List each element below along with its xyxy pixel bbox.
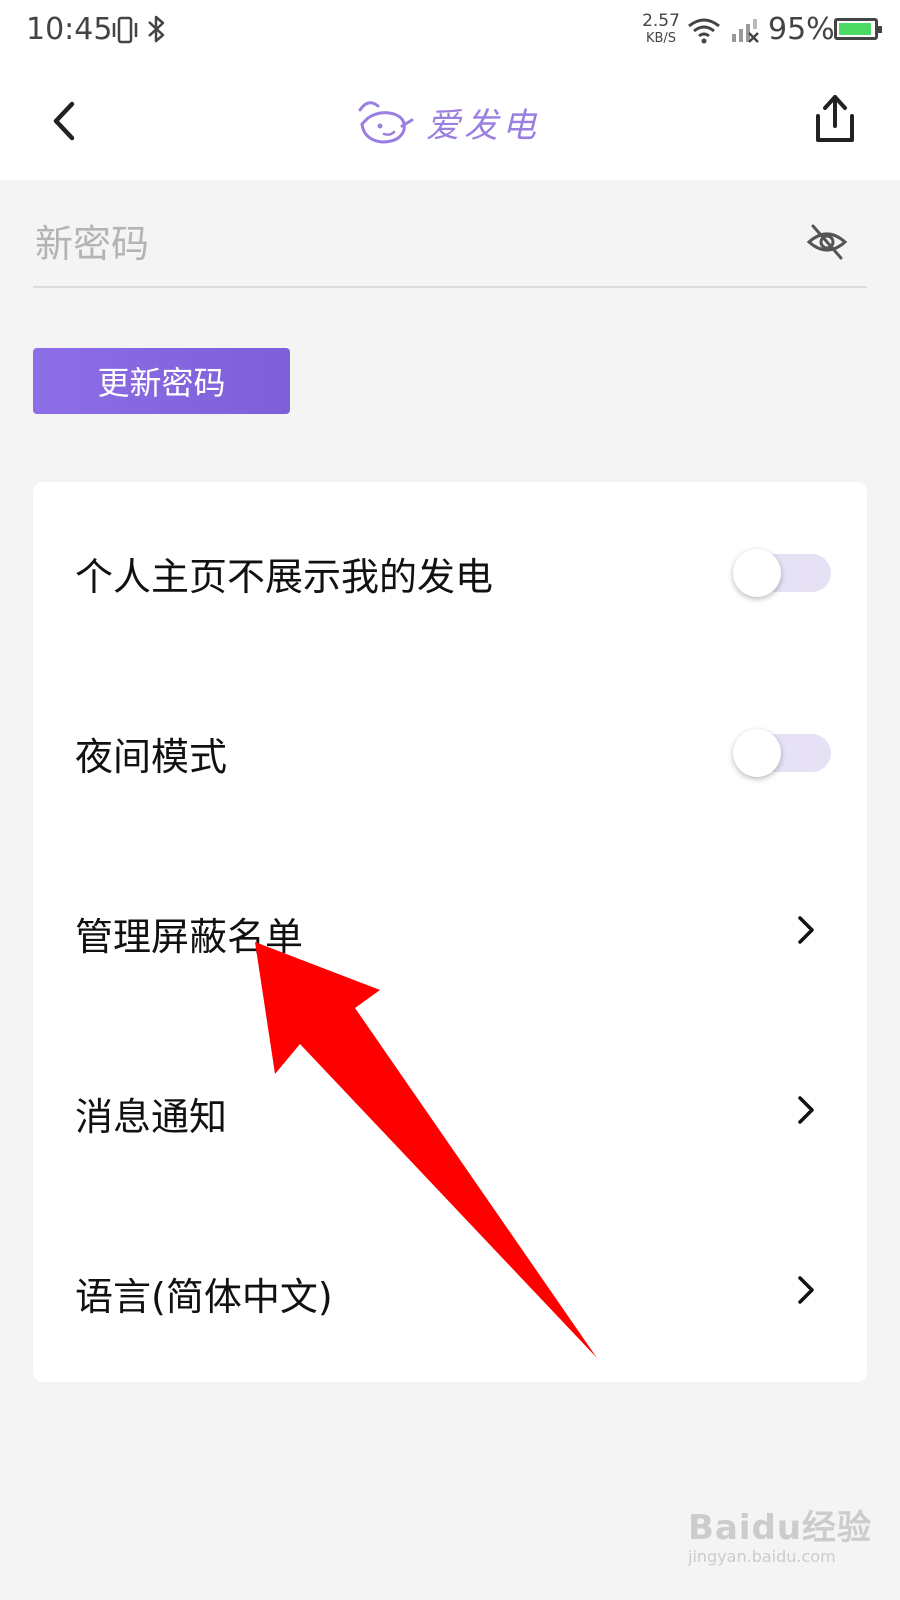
chevron-right-icon (798, 916, 814, 944)
status-time: 10:45 (26, 12, 113, 47)
setting-hide-sponsorships[interactable]: 个人主页不展示我的发电 (33, 512, 867, 632)
night-mode-toggle[interactable] (733, 729, 833, 777)
eye-off-icon (806, 224, 848, 260)
setting-notifications[interactable]: 消息通知 (33, 1052, 867, 1172)
app-header: 爱发电 (0, 62, 900, 180)
new-password-field (33, 206, 867, 288)
battery-fill (839, 23, 871, 35)
bluetooth-icon (146, 14, 168, 48)
network-speed-unit: KB/S (645, 31, 677, 46)
back-button[interactable] (44, 96, 88, 146)
watermark-url: jingyan.baidu.com (688, 1547, 836, 1566)
setting-label: 消息通知 (75, 1095, 228, 1139)
settings-card: 个人主页不展示我的发电 夜间模式 管理屏蔽名单 消息通知 语言(简体中文) (33, 482, 867, 1382)
chevron-left-icon (53, 101, 75, 141)
network-speed-value: 2.57 (642, 11, 680, 31)
status-bar: 10:45 2.57 KB/S 95% (0, 0, 900, 62)
share-icon (816, 95, 854, 142)
hide-sponsorships-toggle[interactable] (733, 549, 833, 597)
battery-percent: 95% (768, 12, 835, 47)
setting-label: 个人主页不展示我的发电 (75, 555, 494, 599)
update-password-button[interactable]: 更新密码 (33, 348, 290, 414)
chevron-right-icon (798, 1276, 814, 1304)
cell-signal-icon (730, 16, 760, 48)
new-password-input[interactable] (33, 212, 777, 276)
fish-logo-icon (358, 101, 414, 144)
setting-label: 语言(简体中文) (75, 1275, 333, 1319)
toggle-knob (733, 549, 781, 597)
network-speed: 2.57 KB/S (636, 12, 686, 48)
watermark-brand: Baidu经验 (688, 1508, 873, 1548)
setting-night-mode[interactable]: 夜间模式 (33, 692, 867, 812)
baidu-watermark: Baidu经验 jingyan.baidu.com (688, 1500, 878, 1566)
setting-manage-blocklist[interactable]: 管理屏蔽名单 (33, 872, 867, 992)
battery-icon (834, 18, 882, 40)
setting-language[interactable]: 语言(简体中文) (33, 1232, 867, 1352)
setting-label: 夜间模式 (75, 735, 228, 779)
setting-label: 管理屏蔽名单 (75, 915, 304, 959)
app-logo: 爱发电 (354, 92, 540, 152)
toggle-knob (733, 729, 781, 777)
share-button[interactable] (812, 92, 858, 146)
vibrate-icon (110, 16, 140, 48)
wifi-icon (686, 16, 722, 48)
app-title: 爱发电 (426, 105, 540, 146)
chevron-right-icon (798, 1096, 814, 1124)
toggle-password-visibility-button[interactable] (805, 220, 849, 264)
